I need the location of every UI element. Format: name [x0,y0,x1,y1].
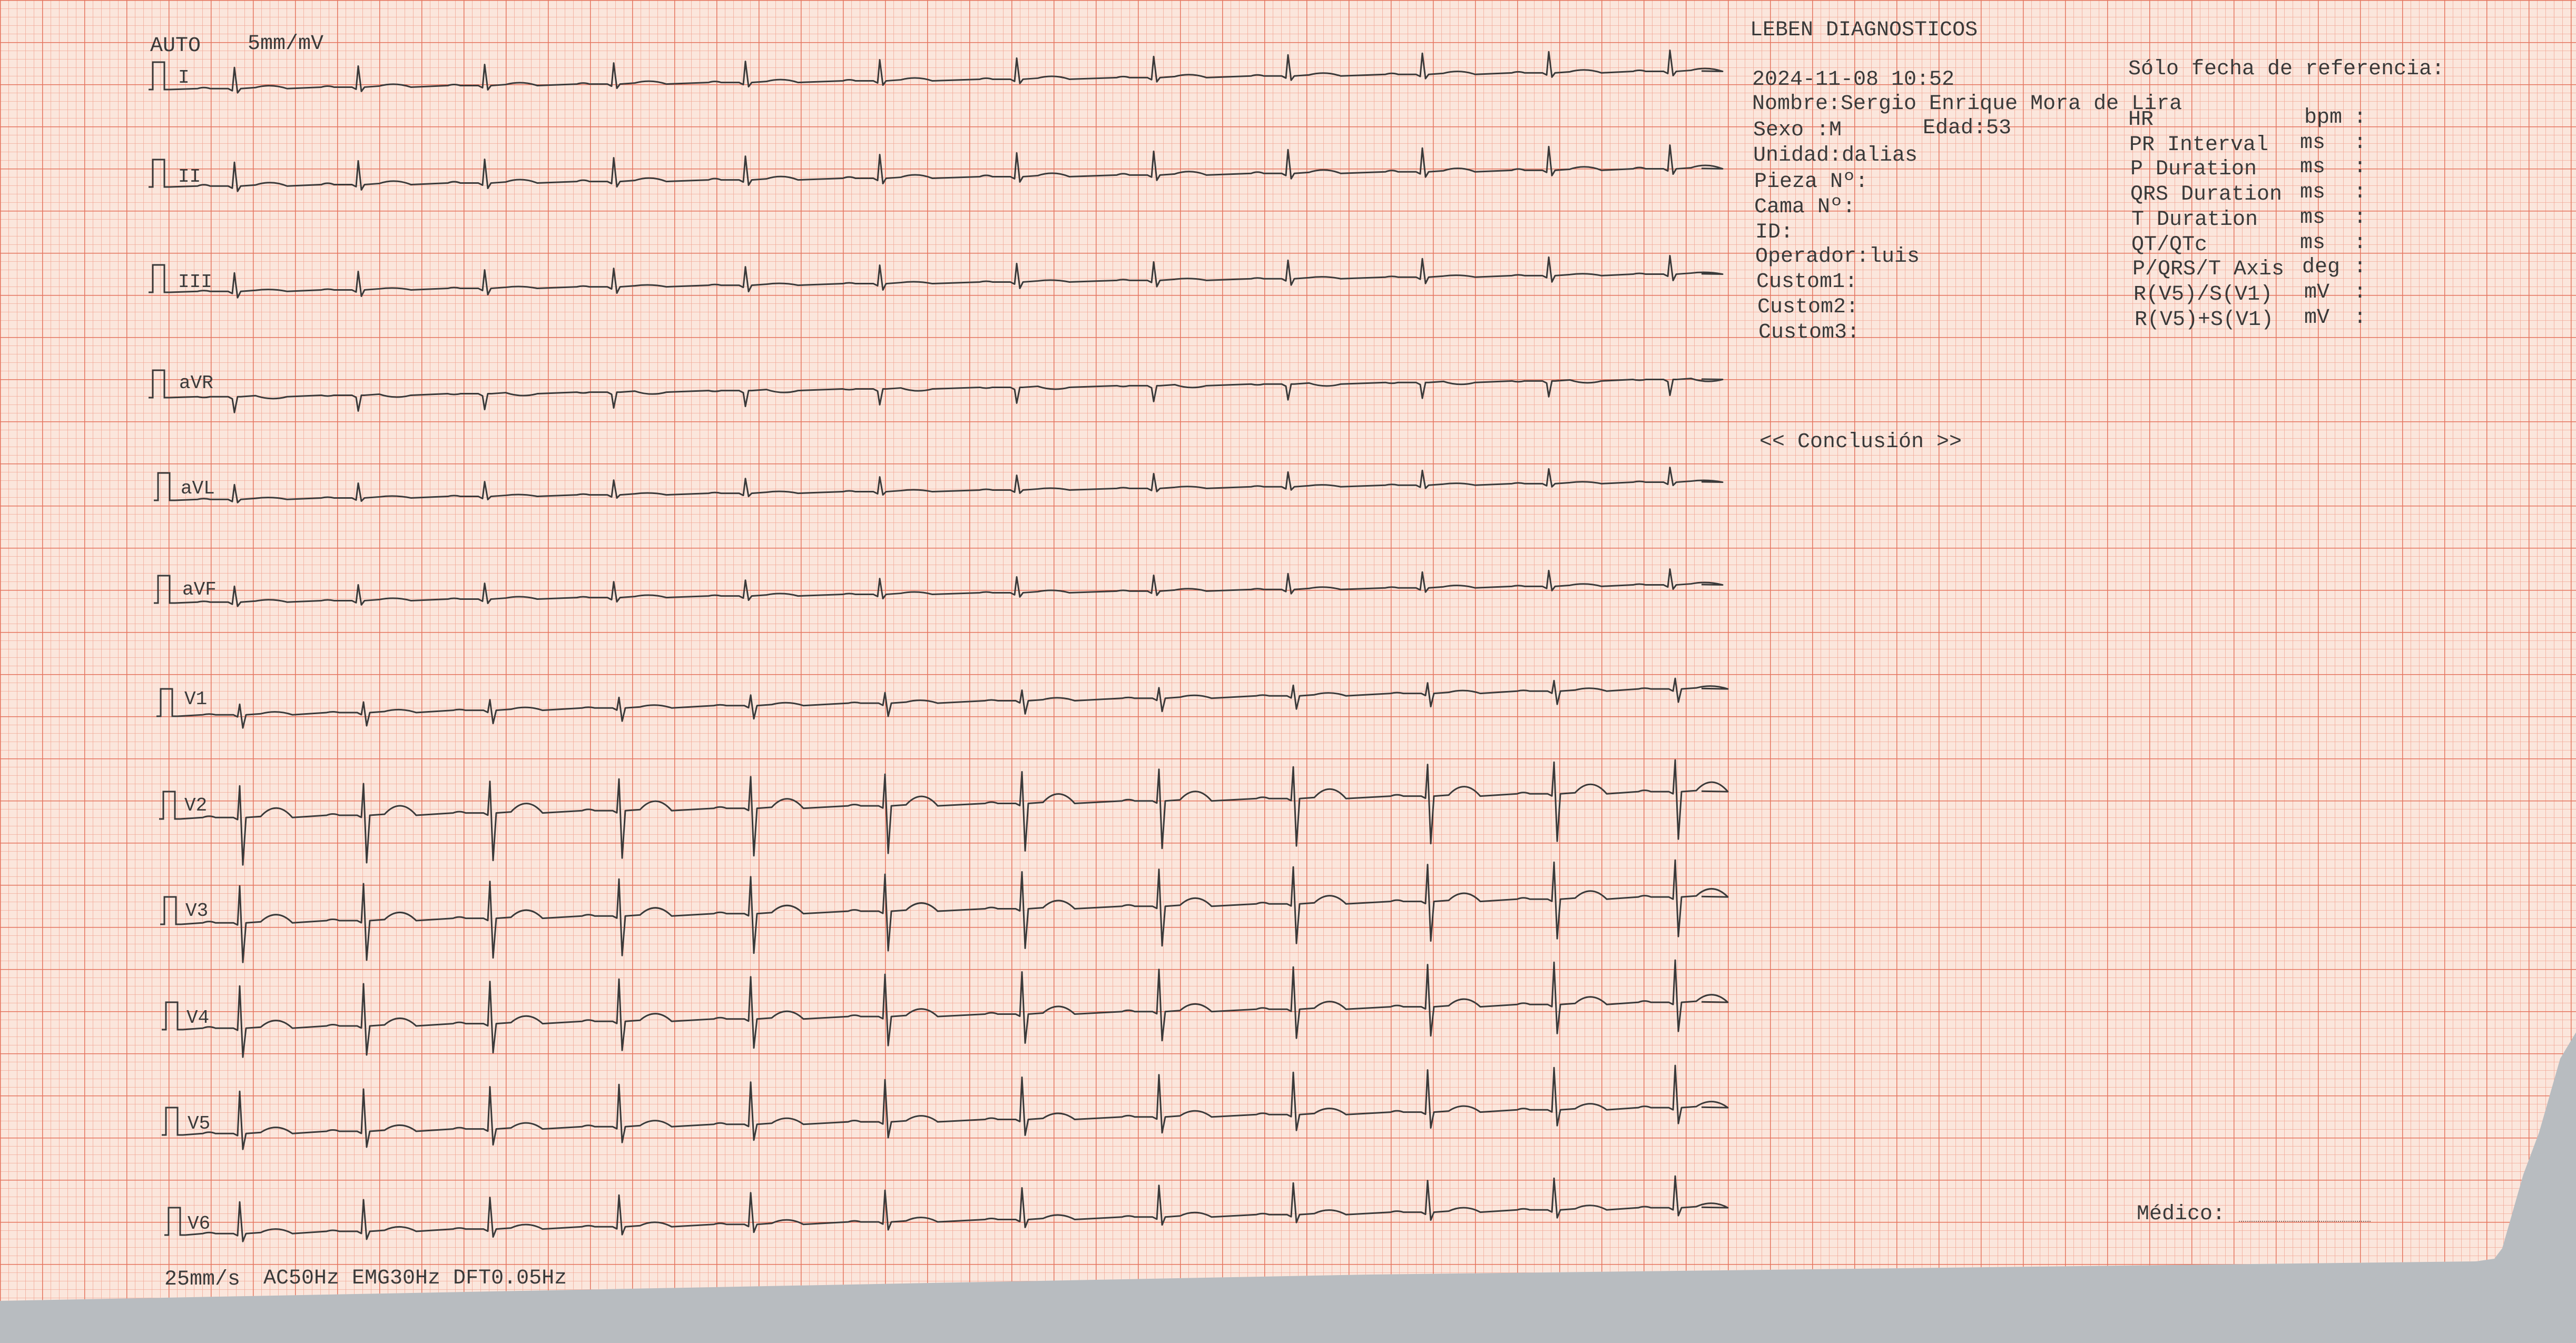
meas-name: QT/QTc [2131,233,2208,257]
meas-name: P Duration [2130,157,2257,181]
patient-age: Edad:53 [1923,116,2012,140]
meas-name: P/QRS/T Axis [2132,258,2285,281]
medico-label: Médico: [2137,1202,2226,1226]
conclusion-heading: << Conclusión >> [1759,430,1962,454]
lead-label-aVF: aVF [182,579,217,600]
patient-sex: Sexo :M [1753,118,1842,142]
lead-label-V1: V1 [184,688,208,710]
meas-name: PR Interval [2129,133,2269,157]
meas-unit: mV [2304,281,2330,304]
custom1: Custom1: [1756,270,1858,294]
meas-unit: deg [2302,255,2341,279]
meas-value: : [2354,155,2367,179]
meas-value: : [2354,131,2367,155]
lead-label-III: III [178,271,212,293]
gain-label: 5mm/mV [248,32,324,56]
meas-unit: bpm [2304,106,2343,130]
patient-room: Pieza Nº: [1754,170,1869,194]
meas-name: QRS Duration [2130,183,2283,206]
meas-name: R(V5)/S(V1) [2133,283,2273,307]
lead-label-V4: V4 [186,1007,210,1029]
patient-unit: Unidad:dalias [1753,144,1918,167]
meas-unit: ms [2300,131,2326,155]
lead-label-V2: V2 [184,795,208,816]
meas-name: R(V5)+S(V1) [2135,308,2274,332]
meas-name: T Duration [2131,208,2258,232]
lead-label-aVL: aVL [181,478,215,499]
operator: Operador:luis [1755,245,1920,269]
meas-unit: mV [2304,306,2330,330]
filters-label: AC50Hz EMG30Hz DFT0.05Hz [263,1267,567,1290]
meas-value: : [2354,306,2367,330]
meas-value: : [2354,106,2367,130]
mode-label: AUTO [150,34,201,58]
record-datetime: 2024-11-08 10:52 [1752,68,1955,92]
lead-label-V3: V3 [185,900,209,922]
meas-value: : [2354,255,2367,279]
patient-name: Nombre:Sergio Enrique Mora de Lira [1752,92,2182,116]
meas-unit: ms [2300,155,2326,179]
paper-speed-label: 25mm/s [164,1268,241,1291]
meas-value: : [2354,181,2367,204]
meas-unit: ms [2300,231,2326,255]
meas-unit: ms [2300,206,2326,230]
meas-name: HR [2128,108,2154,132]
lead-label-V6: V6 [188,1213,211,1235]
reference-note: Sólo fecha de referencia: [2128,57,2445,81]
company-name: LEBEN DIAGNOSTICOS [1750,18,1978,42]
patient-id: ID: [1755,221,1794,244]
lead-label-I: I [178,67,190,88]
patient-bed: Cama Nº: [1754,195,1856,219]
meas-value: : [2354,231,2367,255]
lead-label-V5: V5 [188,1113,211,1134]
lead-label-II: II [178,166,201,187]
meas-value: : [2354,206,2367,230]
meas-unit: ms [2300,181,2326,204]
custom3: Custom3: [1758,321,1860,344]
signature-line [2239,1221,2371,1222]
ecg-paper: AUTO 5mm/mV I II III aVR aVL aVF V1 V2 V… [0,0,2576,1343]
custom2: Custom2: [1757,295,1859,319]
lead-label-aVR: aVR [179,372,213,394]
meas-value: : [2354,281,2367,304]
